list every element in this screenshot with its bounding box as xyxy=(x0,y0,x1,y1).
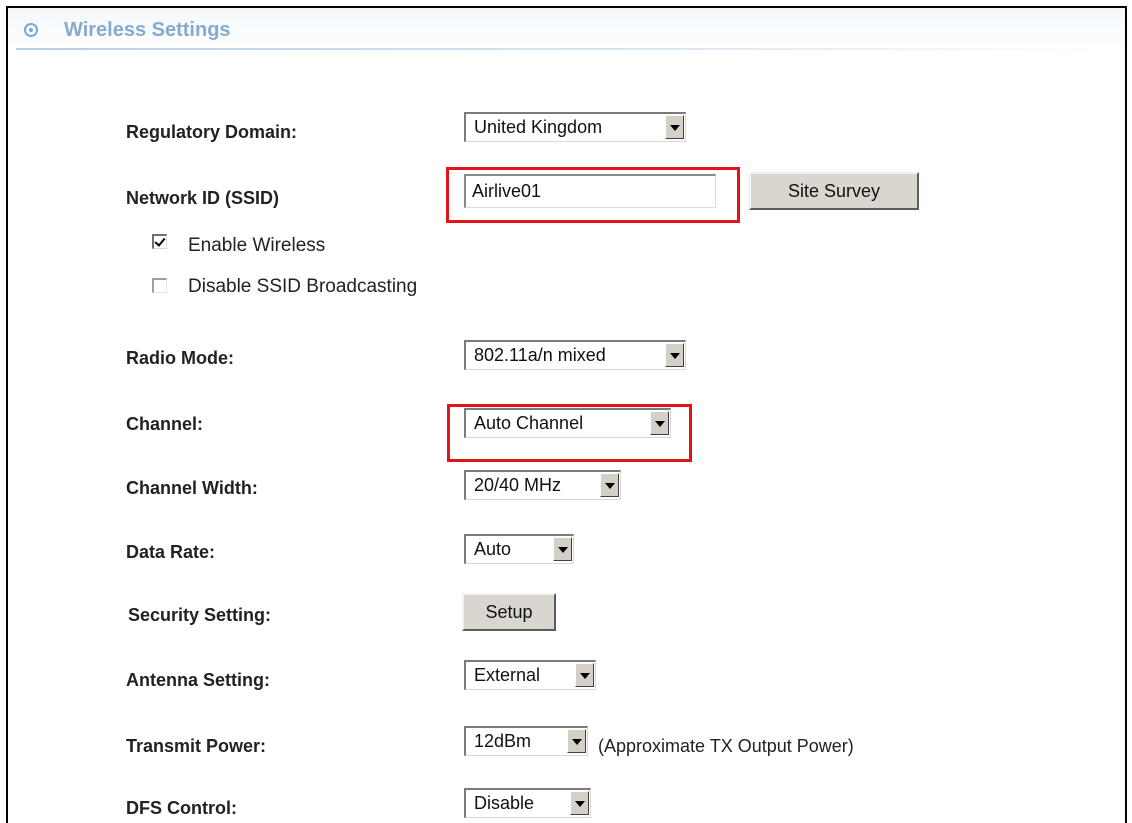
chevron-down-icon[interactable] xyxy=(567,729,586,753)
channel-highlight-box xyxy=(447,404,692,462)
transmit-power-note: (Approximate TX Output Power) xyxy=(598,736,854,756)
security-setting-label: Security Setting: xyxy=(128,605,272,625)
disable-ssid-broadcast-label: Disable SSID Broadcasting xyxy=(188,276,418,297)
ssid-label: Network ID (SSID) xyxy=(126,188,280,208)
regulatory-domain-value: United Kingdom xyxy=(474,117,603,137)
channel-width-select[interactable]: 20/40 MHz xyxy=(464,470,621,500)
enable-wireless-checkbox[interactable] xyxy=(152,234,167,249)
dfs-control-label: DFS Control: xyxy=(126,798,237,818)
header-divider xyxy=(16,48,1116,50)
chevron-down-icon[interactable] xyxy=(665,115,684,139)
transmit-power-value: 12dBm xyxy=(474,731,532,751)
antenna-setting-select[interactable]: External xyxy=(464,660,596,690)
data-rate-label: Data Rate: xyxy=(126,542,216,562)
section-header: Wireless Settings xyxy=(8,8,1125,54)
disable-ssid-broadcast-checkbox[interactable] xyxy=(152,278,167,293)
ssid-highlight-box xyxy=(446,167,740,223)
security-setup-button[interactable]: Setup xyxy=(462,593,556,631)
chevron-down-icon[interactable] xyxy=(575,663,594,687)
dfs-control-value: Disable xyxy=(474,793,535,813)
target-circle-icon xyxy=(24,23,38,37)
channel-label: Channel: xyxy=(126,414,204,434)
site-survey-button[interactable]: Site Survey xyxy=(749,172,919,210)
chevron-down-icon[interactable] xyxy=(570,791,589,815)
antenna-setting-value: External xyxy=(474,665,541,685)
radio-mode-label: Radio Mode: xyxy=(126,348,234,368)
section-title: Wireless Settings xyxy=(64,19,231,41)
channel-width-label: Channel Width: xyxy=(126,478,258,498)
chevron-down-icon[interactable] xyxy=(553,537,572,561)
radio-mode-select[interactable]: 802.11a/n mixed xyxy=(464,340,686,370)
data-rate-value: Auto xyxy=(474,539,512,559)
antenna-setting-label: Antenna Setting: xyxy=(126,670,270,690)
settings-panel: Wireless Settings Regulatory Domain: Uni… xyxy=(6,6,1127,823)
channel-width-value: 20/40 MHz xyxy=(474,475,562,495)
radio-mode-value: 802.11a/n mixed xyxy=(474,345,606,365)
chevron-down-icon[interactable] xyxy=(600,473,619,497)
regulatory-domain-label: Regulatory Domain: xyxy=(126,122,298,142)
transmit-power-select[interactable]: 12dBm xyxy=(464,726,588,756)
dfs-control-select[interactable]: Disable xyxy=(464,788,591,818)
regulatory-domain-select[interactable]: United Kingdom xyxy=(464,112,686,142)
transmit-power-label: Transmit Power: xyxy=(126,736,267,756)
enable-wireless-label: Enable Wireless xyxy=(188,235,326,256)
chevron-down-icon[interactable] xyxy=(665,343,684,367)
data-rate-select[interactable]: Auto xyxy=(464,534,574,564)
